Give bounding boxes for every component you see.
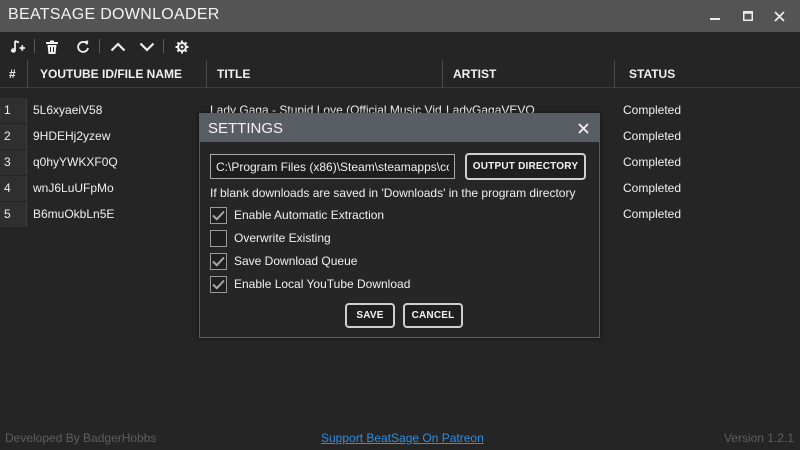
column-header-youtube-id[interactable]: YOUTUBE ID/FILE NAME xyxy=(28,60,207,88)
status-cell: Completed xyxy=(623,207,682,221)
option-save-download-queue[interactable]: Save Download Queue xyxy=(210,251,357,271)
maximize-icon[interactable] xyxy=(733,0,763,32)
status-cell: Completed xyxy=(623,129,682,143)
row-number: 5 xyxy=(0,202,27,227)
local-youtube-download-checkbox[interactable] xyxy=(210,275,227,293)
cancel-button[interactable]: CANCEL xyxy=(403,303,463,328)
option-local-youtube-download[interactable]: Enable Local YouTube Download xyxy=(210,274,410,294)
delete-icon[interactable] xyxy=(41,36,63,58)
save-download-queue-checkbox[interactable] xyxy=(210,252,227,270)
move-up-icon[interactable] xyxy=(107,36,129,58)
close-icon[interactable] xyxy=(764,0,794,32)
youtube-id-cell: 9HDEHj2yzew xyxy=(33,129,111,143)
column-header-number[interactable]: # xyxy=(0,60,28,88)
app-title: BEATSAGE DOWNLOADER xyxy=(8,6,220,23)
option-automatic-extraction[interactable]: Enable Automatic Extraction xyxy=(210,205,384,225)
minimize-icon[interactable] xyxy=(700,0,730,32)
toolbar xyxy=(0,32,800,60)
row-number: 2 xyxy=(0,124,27,149)
patreon-link[interactable]: Support BeatSage On Patreon xyxy=(321,431,484,445)
status-cell: Completed xyxy=(623,155,682,169)
version-label: Version 1.2.1 xyxy=(723,431,794,445)
row-number: 1 xyxy=(0,98,27,123)
automatic-extraction-label: Enable Automatic Extraction xyxy=(234,208,385,222)
status-cell: Completed xyxy=(623,103,682,117)
column-header-title[interactable]: TITLE xyxy=(207,60,443,88)
save-button[interactable]: SAVE xyxy=(345,303,395,328)
youtube-id-cell: B6muOkbLn5E xyxy=(33,207,115,221)
title-bar: BEATSAGE DOWNLOADER xyxy=(0,0,800,32)
save-download-queue-label: Save Download Queue xyxy=(234,254,358,268)
option-overwrite-existing[interactable]: Overwrite Existing xyxy=(210,228,331,248)
column-header-artist[interactable]: ARTIST xyxy=(443,60,615,88)
youtube-id-cell: 5L6xyaeiV58 xyxy=(33,103,103,117)
toolbar-separator xyxy=(99,39,100,53)
status-cell: Completed xyxy=(623,181,682,195)
youtube-id-cell: wnJ6LuUFpMo xyxy=(33,181,114,195)
dialog-title-bar: SETTINGS xyxy=(200,114,599,142)
local-youtube-download-label: Enable Local YouTube Download xyxy=(234,277,411,291)
dialog-close-icon[interactable] xyxy=(573,118,593,138)
add-music-icon[interactable] xyxy=(7,36,29,58)
column-header-status[interactable]: STATUS xyxy=(615,60,800,88)
output-directory-button[interactable]: OUTPUT DIRECTORY xyxy=(465,153,586,180)
dialog-title: SETTINGS xyxy=(208,120,284,137)
move-down-icon[interactable] xyxy=(136,36,158,58)
overwrite-existing-label: Overwrite Existing xyxy=(234,231,331,245)
status-footer: Developed By BadgerHobbs Support BeatSag… xyxy=(0,428,800,450)
developer-credit: Developed By BadgerHobbs xyxy=(5,431,157,445)
overwrite-existing-checkbox[interactable] xyxy=(210,229,227,247)
settings-dialog: SETTINGS OUTPUT DIRECTORY If blank downl… xyxy=(199,113,600,338)
toolbar-separator xyxy=(163,39,164,53)
output-directory-input[interactable] xyxy=(210,154,455,179)
row-number: 4 xyxy=(0,176,27,201)
youtube-id-cell: q0hyYWKXF0Q xyxy=(33,155,118,169)
automatic-extraction-checkbox[interactable] xyxy=(210,206,227,224)
settings-gear-icon[interactable] xyxy=(171,36,193,58)
toolbar-separator xyxy=(34,39,35,53)
refresh-icon[interactable] xyxy=(72,36,94,58)
output-directory-hint: If blank downloads are saved in 'Downloa… xyxy=(210,186,576,200)
row-number: 3 xyxy=(0,150,27,175)
grid-header: # YOUTUBE ID/FILE NAME TITLE ARTIST STAT… xyxy=(0,60,800,88)
